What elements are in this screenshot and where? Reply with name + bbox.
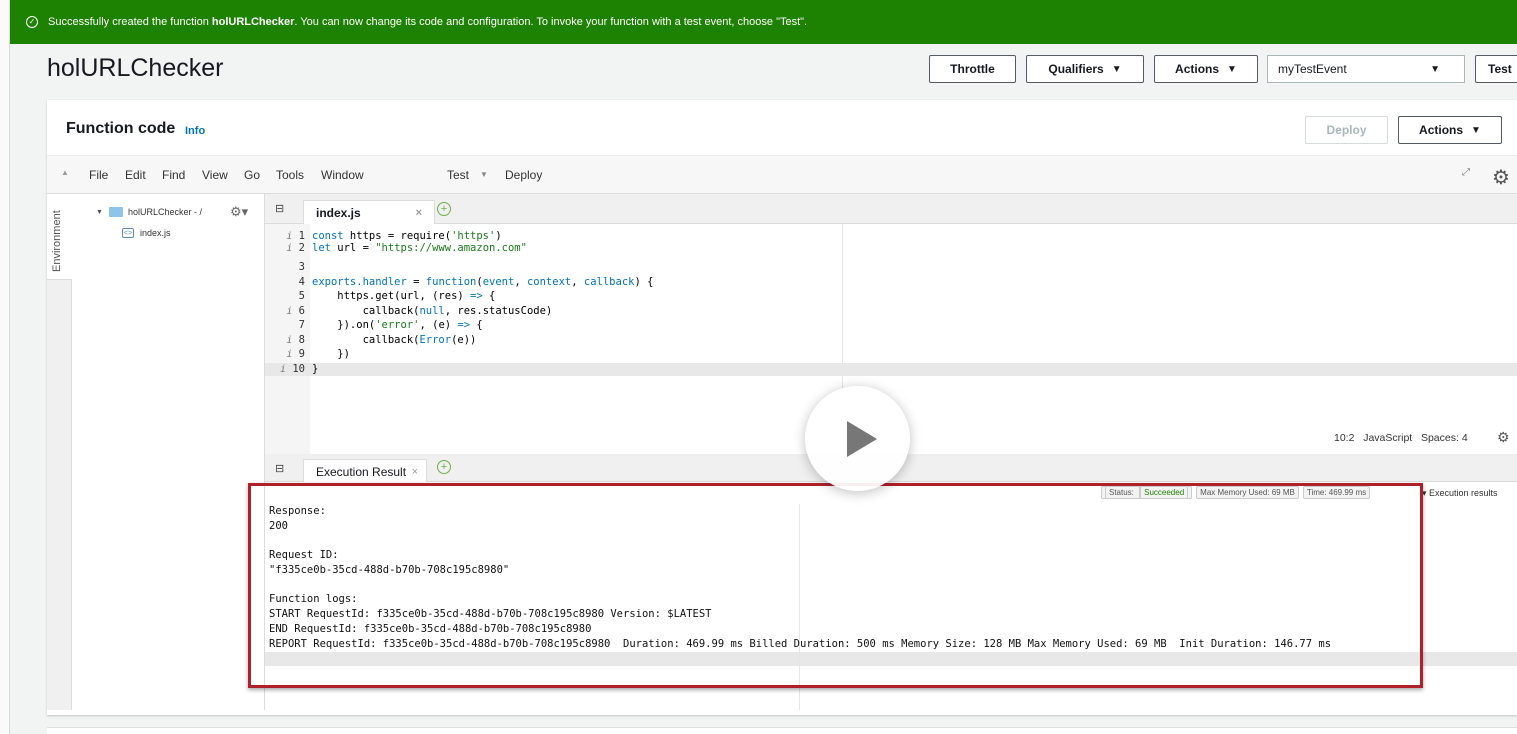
actions-button[interactable]: Actions ▼ bbox=[1154, 55, 1258, 83]
panel-title: Function code bbox=[66, 120, 176, 137]
next-panel-edge bbox=[47, 727, 1517, 734]
file-tree: ▼ holURLChecker - / ⚙▾ <> index.js bbox=[72, 194, 265, 710]
tab-label: index.js bbox=[316, 205, 361, 220]
tab-execution-result[interactable]: Execution Result × bbox=[303, 459, 427, 483]
panel-header: Function code Info bbox=[47, 100, 1517, 156]
menu-view[interactable]: View bbox=[202, 168, 228, 182]
page-title: holURLChecker bbox=[47, 54, 224, 82]
menu-go[interactable]: Go bbox=[244, 168, 260, 182]
menu-file[interactable]: File bbox=[89, 168, 108, 182]
menu-tools[interactable]: Tools bbox=[276, 168, 304, 182]
banner-text: Successfully created the function holURL… bbox=[48, 16, 808, 28]
gear-icon[interactable]: ⚙ bbox=[1492, 165, 1510, 190]
left-nav-strip bbox=[0, 0, 10, 734]
environment-label: Environment bbox=[51, 210, 63, 272]
add-tab-icon[interactable]: + bbox=[437, 460, 451, 474]
info-icon: i bbox=[286, 349, 293, 360]
environment-tab[interactable]: Environment bbox=[47, 194, 72, 710]
folder-icon bbox=[108, 207, 123, 217]
tree-file[interactable]: <> index.js bbox=[122, 228, 171, 238]
tree-gear-icon[interactable]: ⚙▾ bbox=[230, 204, 248, 220]
fullscreen-icon[interactable]: ⤢ bbox=[1462, 167, 1470, 178]
lambda-console: ✓ Successfully created the function holU… bbox=[0, 0, 1517, 734]
success-banner: ✓ Successfully created the function holU… bbox=[10, 0, 1517, 44]
throttle-button[interactable]: Throttle bbox=[929, 55, 1016, 83]
tab-label: Execution Result bbox=[316, 464, 407, 479]
file-label: index.js bbox=[140, 228, 171, 238]
test-button[interactable]: Test bbox=[1475, 55, 1517, 83]
info-icon: i bbox=[279, 364, 287, 375]
current-line-highlight bbox=[265, 363, 1517, 376]
editor-gear-icon[interactable]: ⚙ bbox=[1497, 429, 1510, 446]
play-icon bbox=[847, 421, 877, 457]
add-tab-icon[interactable]: + bbox=[437, 202, 451, 216]
menu-test[interactable]: Test bbox=[447, 168, 469, 182]
caret-down-icon: ▼ bbox=[1471, 124, 1481, 136]
caret-down-icon[interactable]: ▼ bbox=[480, 170, 488, 179]
play-button[interactable] bbox=[805, 386, 910, 491]
caret-down-icon: ▼ bbox=[1111, 63, 1122, 75]
caret-down-icon: ▼ bbox=[96, 208, 103, 216]
ide-menubar: ▲ File Edit Find View Go Tools Window Te… bbox=[47, 156, 1517, 194]
info-icon: i bbox=[286, 231, 293, 242]
highlight-box bbox=[248, 483, 1423, 688]
js-file-icon: <> bbox=[122, 228, 134, 238]
info-icon: i bbox=[286, 335, 293, 346]
info-icon: i bbox=[286, 243, 293, 254]
close-icon[interactable]: × bbox=[416, 207, 422, 219]
pane-menu-icon[interactable]: ⊟ bbox=[275, 202, 284, 215]
editor-tabbar: ⊟ index.js × + bbox=[265, 194, 1517, 224]
close-icon[interactable]: × bbox=[412, 466, 418, 478]
menu-edit[interactable]: Edit bbox=[125, 168, 146, 182]
panel-actions-button[interactable]: Actions ▼ bbox=[1398, 116, 1502, 144]
tab-index-js[interactable]: index.js × bbox=[303, 200, 435, 224]
editor-status: 10:2 JavaScript Spaces: 4 bbox=[1334, 432, 1468, 444]
folder-label: holURLChecker - / bbox=[127, 207, 202, 217]
menu-find[interactable]: Find bbox=[162, 168, 185, 182]
menu-deploy[interactable]: Deploy bbox=[505, 168, 542, 182]
caret-down-icon: ▼ bbox=[1430, 63, 1440, 75]
pane-menu-icon[interactable]: ⊟ bbox=[275, 462, 284, 475]
collapse-icon[interactable]: ▲ bbox=[61, 168, 69, 177]
info-link[interactable]: Info bbox=[185, 125, 205, 137]
menu-window[interactable]: Window bbox=[321, 168, 364, 182]
info-icon: i bbox=[286, 306, 293, 317]
caret-down-icon: ▼ bbox=[1227, 63, 1237, 75]
execution-results-toggle[interactable]: ▾ Execution results bbox=[1422, 488, 1498, 499]
tree-folder[interactable]: ▼ holURLChecker - / bbox=[96, 207, 202, 217]
test-event-select[interactable]: myTestEvent ▼ bbox=[1267, 55, 1465, 83]
qualifiers-button[interactable]: Qualifiers ▼ bbox=[1026, 55, 1144, 83]
check-circle-icon: ✓ bbox=[26, 16, 38, 28]
deploy-button[interactable]: Deploy bbox=[1305, 116, 1388, 144]
